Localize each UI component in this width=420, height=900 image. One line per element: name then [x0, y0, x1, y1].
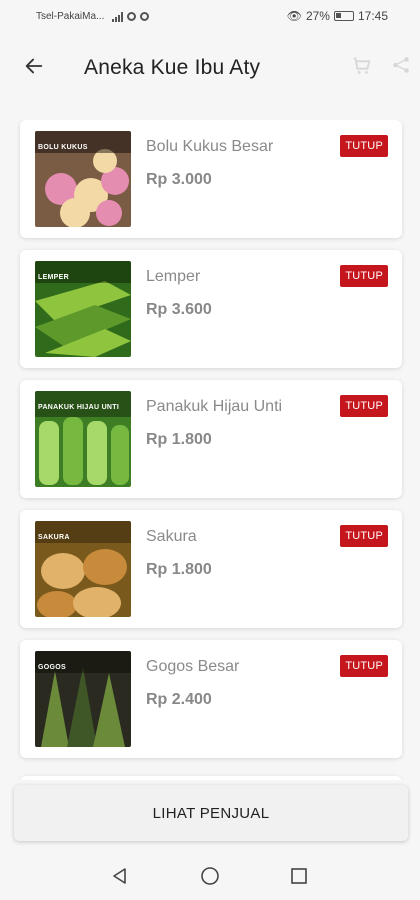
- page-title: Aneka Kue Ibu Aty: [84, 56, 261, 79]
- app-bar: Aneka Kue Ibu Aty: [0, 34, 420, 100]
- app-actions: [350, 54, 412, 76]
- product-name: Gogos Besar: [146, 658, 240, 675]
- arrow-left-icon: [25, 58, 43, 74]
- product-price: Rp 1.800: [146, 561, 212, 578]
- circle-home-icon: [201, 867, 219, 885]
- cart-icon[interactable]: [350, 54, 372, 76]
- product-name: Bolu Kukus Besar: [146, 138, 274, 155]
- thumbnail-label: LEMPER: [38, 274, 69, 281]
- thumbnail-label: SAKURA: [38, 534, 70, 541]
- battery-percent: 27%: [305, 9, 330, 23]
- product-card-sakura[interactable]: SAKURA Sakura Rp 1.800 TUTUP: [20, 510, 402, 628]
- product-card-partial[interactable]: [20, 776, 402, 780]
- clock: 17:45: [357, 9, 388, 23]
- product-price: Rp 3.000: [146, 171, 212, 188]
- status-right: 👁 27% 17:45: [287, 9, 388, 23]
- product-card-bolu-kukus-besar[interactable]: BOLU KUKUS Bolu Kukus Besar Rp 3.000 TUT…: [20, 120, 402, 238]
- status-badge: TUTUP: [340, 525, 388, 547]
- sync-icon: [140, 12, 150, 21]
- back-button[interactable]: [18, 50, 50, 82]
- status-bar: Tsel-PakaiMa... 👁 27% 17:45: [0, 0, 420, 34]
- product-price: Rp 2.400: [146, 691, 212, 708]
- product-thumbnail: BOLU KUKUS: [35, 131, 131, 227]
- product-thumbnail: GOGOS: [35, 651, 131, 747]
- system-nav-bar: [0, 852, 420, 900]
- thumbnail-label: PANAKUK HIJAU UNTI: [38, 404, 120, 411]
- carrier-label: Tsel-PakaiMa...: [36, 11, 105, 22]
- product-price: Rp 1.800: [146, 431, 212, 448]
- triangle-back-icon: [113, 868, 126, 884]
- status-badge: TUTUP: [340, 135, 388, 157]
- product-price: Rp 3.600: [146, 301, 212, 318]
- square-recents-icon: [291, 868, 307, 884]
- thumbnail-label: GOGOS: [38, 664, 66, 671]
- status-left: Tsel-PakaiMa...: [36, 11, 150, 22]
- eye-icon: 👁: [286, 9, 302, 23]
- signal-icon: [112, 11, 124, 22]
- status-badge: TUTUP: [340, 395, 388, 417]
- product-list[interactable]: BOLU KUKUS Bolu Kukus Besar Rp 3.000 TUT…: [0, 120, 420, 780]
- product-card-lemper[interactable]: LEMPER Lemper Rp 3.600 TUTUP: [20, 250, 402, 368]
- nav-back-button[interactable]: [108, 864, 132, 888]
- product-thumbnail: PANAKUK HIJAU UNTI: [35, 391, 131, 487]
- product-name: Sakura: [146, 528, 197, 545]
- view-seller-button[interactable]: LIHAT PENJUAL: [14, 785, 408, 841]
- battery-icon: [333, 11, 354, 21]
- share-icon[interactable]: [390, 54, 412, 76]
- nav-recents-button[interactable]: [287, 864, 311, 888]
- status-badge: TUTUP: [340, 265, 388, 287]
- product-card-panakuk-hijau-unti[interactable]: PANAKUK HIJAU UNTI Panakuk Hijau Unti Rp…: [20, 380, 402, 498]
- notification-icon: [127, 12, 137, 21]
- thumbnail-label: BOLU KUKUS: [38, 144, 88, 151]
- product-name: Lemper: [146, 268, 201, 285]
- product-card-gogos-besar[interactable]: GOGOS Gogos Besar Rp 2.400 TUTUP: [20, 640, 402, 758]
- product-name: Panakuk Hijau Unti: [146, 398, 283, 415]
- product-thumbnail: SAKURA: [35, 521, 131, 617]
- product-thumbnail: LEMPER: [35, 261, 131, 357]
- status-badge: TUTUP: [340, 655, 388, 677]
- nav-home-button[interactable]: [198, 864, 222, 888]
